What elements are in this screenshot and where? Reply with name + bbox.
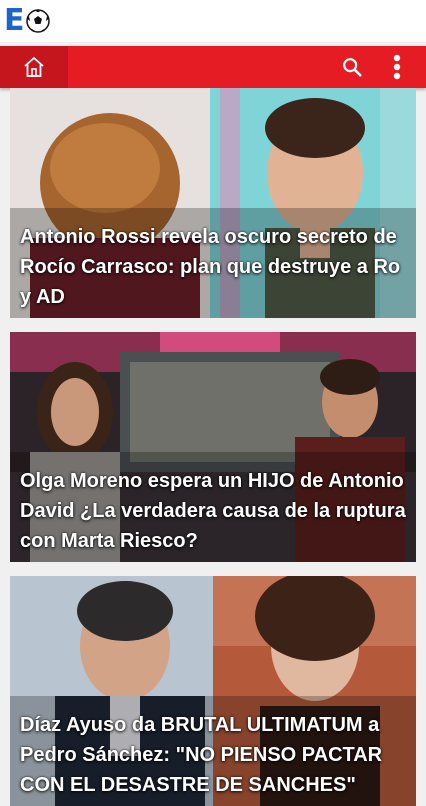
logo-letter: E (4, 3, 25, 38)
soccer-ball-icon (25, 9, 50, 33)
home-button[interactable] (0, 46, 68, 88)
article-feed: Antonio Rossi revela oscuro secreto de R… (0, 88, 426, 806)
top-bar: E (0, 0, 426, 42)
article-title[interactable]: Olga Moreno espera un HIJO de Antonio Da… (20, 466, 406, 556)
search-button[interactable] (332, 46, 372, 88)
more-menu-button[interactable] (382, 46, 412, 88)
home-icon (24, 57, 44, 77)
more-vert-icon (393, 54, 401, 80)
article-card[interactable]: Díaz Ayuso da BRUTAL ULTIMATUM a Pedro S… (10, 576, 416, 806)
article-title[interactable]: Díaz Ayuso da BRUTAL ULTIMATUM a Pedro S… (20, 710, 406, 800)
search-icon (343, 58, 362, 77)
nav-bar (0, 46, 426, 88)
article-card[interactable]: Antonio Rossi revela oscuro secreto de R… (10, 88, 416, 318)
article-card[interactable]: Olga Moreno espera un HIJO de Antonio Da… (10, 332, 416, 562)
article-title[interactable]: Antonio Rossi revela oscuro secreto de R… (20, 222, 406, 312)
site-logo[interactable]: E (4, 4, 50, 38)
